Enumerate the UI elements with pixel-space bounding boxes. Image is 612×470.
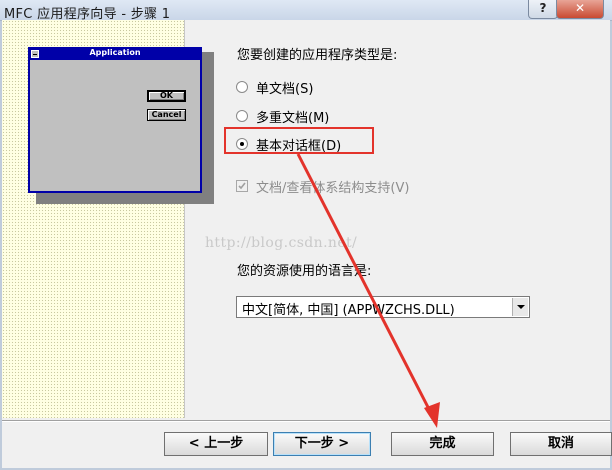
help-button[interactable]: ? xyxy=(528,0,558,19)
close-button[interactable]: ✕ xyxy=(556,0,604,19)
back-button[interactable]: < 上一步 xyxy=(164,432,268,456)
language-select[interactable]: 中文[简体, 中国] (APPWZCHS.DLL) xyxy=(236,296,530,318)
annotation-highlight-box xyxy=(224,127,374,154)
footer-separator xyxy=(2,420,610,422)
preview-cancel-button: Cancel xyxy=(147,109,186,121)
preview-dialog-image: Application OK Cancel xyxy=(28,47,202,193)
check-icon xyxy=(238,182,246,190)
chevron-down-icon[interactable] xyxy=(512,298,528,316)
mfc-wizard-window: MFC 应用程序向导 - 步骤 1 ? ✕ Application OK Can… xyxy=(0,0,612,470)
preview-title: Application xyxy=(89,48,141,57)
title-bar[interactable]: MFC 应用程序向导 - 步骤 1 ? ✕ xyxy=(0,0,612,22)
watermark: http://blog.csdn.net/ xyxy=(205,235,358,251)
finish-button[interactable]: 完成 xyxy=(391,432,494,456)
language-select-value: 中文[简体, 中国] (APPWZCHS.DLL) xyxy=(242,303,455,318)
preview-pane: Application OK Cancel xyxy=(2,20,214,418)
radio-button[interactable] xyxy=(236,81,248,93)
cancel-button[interactable]: 取消 xyxy=(510,432,612,456)
preview-ok-button: OK xyxy=(147,90,186,102)
checkbox-label: 文档/查看体系结构支持(V) xyxy=(256,181,410,196)
app-type-question: 您要创建的应用程序类型是: xyxy=(237,48,398,63)
wizard-body: Application OK Cancel 您要创建的应用程序类型是: 单文档(… xyxy=(2,20,612,468)
radio-label: 单文档(S) xyxy=(256,82,314,97)
radio-label: 多重文档(M) xyxy=(256,111,330,126)
language-label: 您的资源使用的语言是: xyxy=(237,264,372,279)
preview-title-bar: Application xyxy=(30,48,200,60)
next-button[interactable]: 下一步 > xyxy=(273,432,371,456)
checkbox-disabled-checked[interactable] xyxy=(236,180,248,192)
radio-button[interactable] xyxy=(236,110,248,122)
